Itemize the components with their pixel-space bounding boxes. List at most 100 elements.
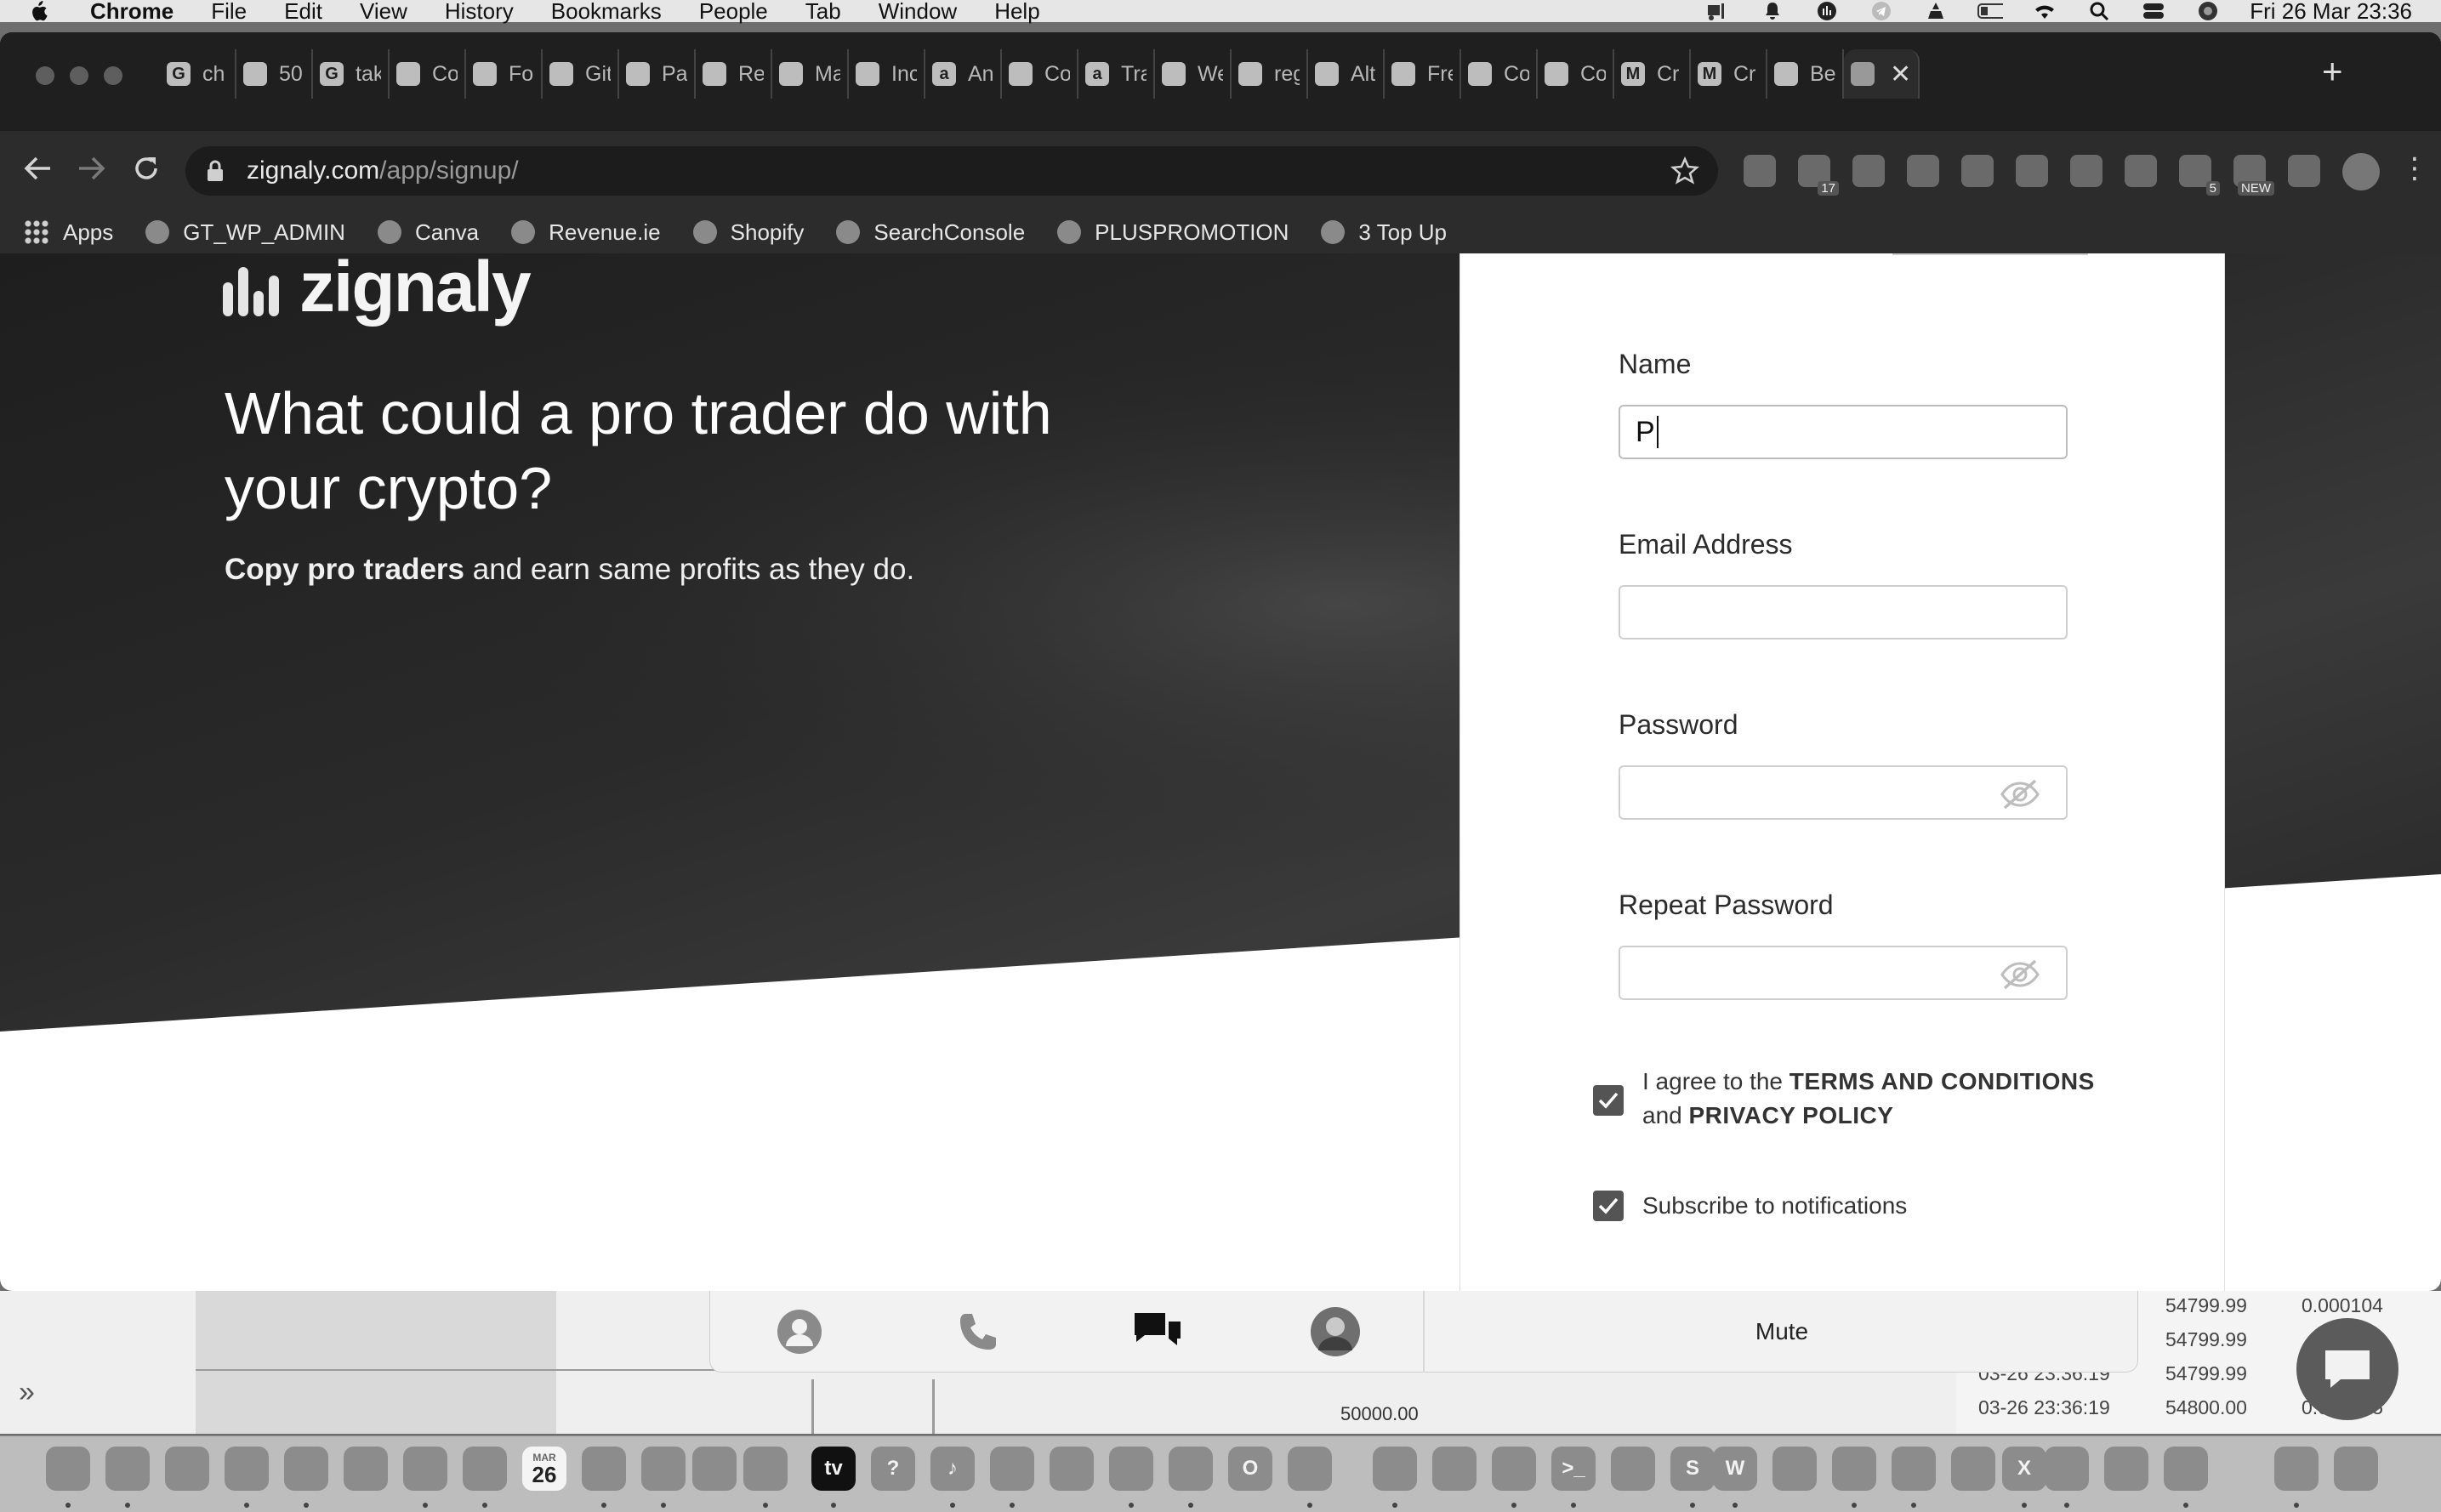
- new-extension-icon[interactable]: NEW: [2233, 155, 2274, 196]
- safari-icon[interactable]: [165, 1447, 209, 1491]
- browser-tab[interactable]: Inc: [849, 49, 925, 99]
- bookmark-apps[interactable]: Apps: [24, 219, 113, 246]
- visibility-off-icon[interactable]: [2000, 777, 2040, 811]
- menu-people[interactable]: People: [699, 0, 768, 25]
- browser-tab[interactable]: a An: [925, 49, 1002, 99]
- pen-extension-icon[interactable]: [1744, 155, 1776, 187]
- messenger-icon[interactable]: [1892, 1447, 1936, 1491]
- new-tab-button[interactable]: +: [2322, 51, 2343, 92]
- address-bar[interactable]: zignaly.com/app/signup/: [185, 146, 1718, 196]
- browser-tab[interactable]: Pa: [619, 49, 696, 99]
- browser-tab[interactable]: a Tra: [1078, 49, 1155, 99]
- reminders-icon[interactable]: [692, 1447, 737, 1491]
- bookmark-searchconsole[interactable]: SearchConsole: [836, 219, 1025, 246]
- repeat-password-input[interactable]: [1619, 946, 2068, 1000]
- browser-tab[interactable]: Be: [1767, 49, 1844, 99]
- chat-button[interactable]: [1067, 1291, 1246, 1373]
- url-text[interactable]: zignaly.com/app/signup/: [247, 156, 519, 185]
- back-button[interactable]: [19, 150, 56, 187]
- profile-avatar[interactable]: [2342, 153, 2380, 190]
- apple-logo-icon[interactable]: [29, 1, 48, 21]
- forward-button[interactable]: [73, 150, 111, 187]
- contacts-icon[interactable]: [641, 1447, 686, 1491]
- file-icon[interactable]: [2045, 1447, 2089, 1491]
- active-tab[interactable]: ✕: [1844, 49, 1920, 99]
- visibility-off-icon[interactable]: [2000, 958, 2040, 992]
- browser-tab[interactable]: Alt: [1308, 49, 1385, 99]
- telegram-icon[interactable]: [1611, 1447, 1655, 1491]
- browser-tab[interactable]: Fre: [1385, 49, 1461, 99]
- podcasts-icon[interactable]: [990, 1447, 1034, 1491]
- excel-icon[interactable]: X: [2002, 1447, 2046, 1491]
- facetime-icon[interactable]: [463, 1447, 507, 1491]
- menu-window[interactable]: Window: [879, 0, 957, 25]
- bookmark-pluspromotion[interactable]: PLUSPROMOTION: [1057, 219, 1289, 246]
- menu-clock[interactable]: Fri 26 Mar 23:36: [2250, 0, 2412, 25]
- stats-icon[interactable]: [1814, 2, 1840, 20]
- menu-history[interactable]: History: [445, 0, 514, 25]
- extension-badge-5-icon[interactable]: 5: [2179, 155, 2220, 196]
- trash-icon[interactable]: [2334, 1447, 2378, 1491]
- calendar-icon[interactable]: MAR 26: [522, 1447, 566, 1491]
- terminal-icon[interactable]: >_: [1551, 1447, 1596, 1491]
- password-input[interactable]: [1619, 765, 2068, 820]
- name-input[interactable]: P: [1619, 405, 2068, 459]
- photos-icon[interactable]: [403, 1447, 447, 1491]
- bookmark-shopify[interactable]: Shopify: [692, 219, 804, 246]
- music-icon[interactable]: ♪: [930, 1447, 975, 1491]
- camera-icon[interactable]: [1951, 1447, 1995, 1491]
- mail-icon[interactable]: [284, 1447, 328, 1491]
- reload-button[interactable]: [128, 150, 165, 187]
- bookmark-gt-wp-admin[interactable]: GT_WP_ADMIN: [145, 219, 345, 246]
- browser-tab[interactable]: Git: [543, 49, 619, 99]
- app-store-icon[interactable]: [1050, 1447, 1094, 1491]
- bookmark-3-top-up[interactable]: 3 Top Up: [1321, 219, 1447, 246]
- maps-icon[interactable]: [344, 1447, 388, 1491]
- browser-tab[interactable]: M Cr: [1614, 49, 1691, 99]
- recycle-extension-icon[interactable]: [1852, 155, 1885, 187]
- app-icon[interactable]: [1288, 1447, 1332, 1491]
- vlc-icon[interactable]: [1772, 1447, 1817, 1491]
- help-icon[interactable]: ?: [871, 1447, 915, 1491]
- browser-tab[interactable]: Gch: [160, 49, 236, 99]
- telegram-status-icon[interactable]: [1869, 2, 1894, 20]
- zignaly-logo[interactable]: zignaly: [223, 253, 532, 322]
- browser-tab[interactable]: Co: [1538, 49, 1614, 99]
- chrome-icon[interactable]: [1169, 1447, 1213, 1491]
- subscribe-checkbox[interactable]: [1593, 1191, 1624, 1221]
- word-icon[interactable]: W: [1713, 1447, 1757, 1491]
- chat-support-button[interactable]: [2296, 1318, 2398, 1420]
- email-input[interactable]: [1619, 585, 2068, 639]
- sublime-icon[interactable]: S: [1670, 1447, 1715, 1491]
- expand-chevron-icon[interactable]: »: [19, 1376, 35, 1409]
- browser-tab[interactable]: Gtak: [313, 49, 390, 99]
- bookmark-revenue[interactable]: Revenue.ie: [511, 219, 661, 246]
- spotlight-search-icon[interactable]: [2086, 2, 2112, 21]
- control-center-icon[interactable]: [2141, 2, 2166, 20]
- browser-tab[interactable]: We: [1155, 49, 1232, 99]
- menu-edit[interactable]: Edit: [284, 0, 322, 25]
- siri-icon[interactable]: [2195, 2, 2221, 20]
- phone-call-button[interactable]: [889, 1291, 1067, 1373]
- monitor-extension-icon[interactable]: [1961, 155, 1994, 187]
- menu-help[interactable]: Help: [994, 0, 1039, 25]
- folder-icon[interactable]: [2104, 1447, 2148, 1491]
- evernote-extension-icon[interactable]: [2125, 155, 2157, 187]
- browser-tab[interactable]: Co: [1461, 49, 1538, 99]
- finder-icon[interactable]: [46, 1447, 90, 1491]
- window-close-button[interactable]: [36, 66, 54, 85]
- menu-file[interactable]: File: [211, 0, 247, 25]
- forklift-icon[interactable]: [1705, 2, 1731, 20]
- browser-tab[interactable]: Co: [1002, 49, 1078, 99]
- contact-button[interactable]: [710, 1291, 889, 1373]
- grammarly-extension-icon[interactable]: [2070, 155, 2102, 187]
- network-icon[interactable]: [1832, 1447, 1876, 1491]
- window-zoom-button[interactable]: [104, 66, 122, 85]
- battery-icon[interactable]: [1977, 2, 2004, 20]
- browser-tab[interactable]: Ma: [772, 49, 849, 99]
- window-minimize-button[interactable]: [70, 66, 88, 85]
- outlook-icon[interactable]: O: [1228, 1447, 1272, 1491]
- lock-icon[interactable]: [206, 159, 225, 183]
- activity-monitor-icon[interactable]: [1373, 1447, 1417, 1491]
- terms-link[interactable]: TERMS AND CONDITIONS: [1789, 1068, 2095, 1094]
